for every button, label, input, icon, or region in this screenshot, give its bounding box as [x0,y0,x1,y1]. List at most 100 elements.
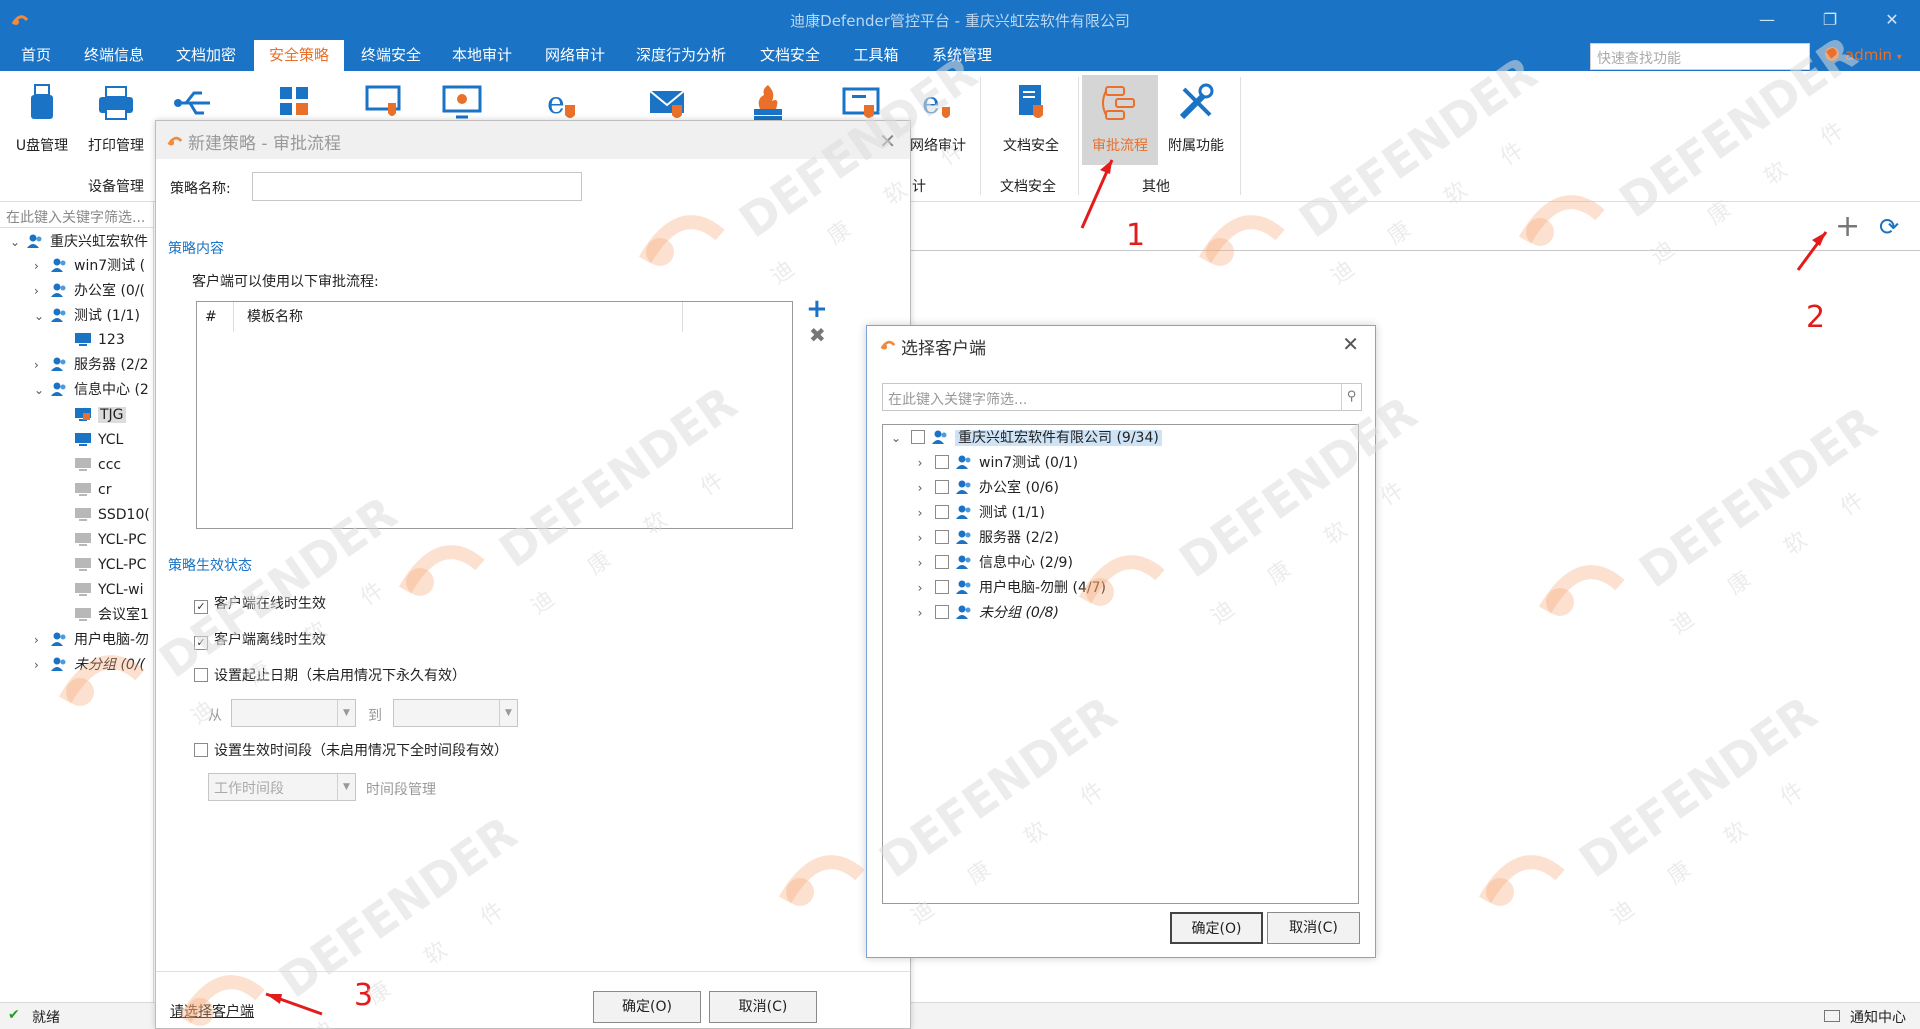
search-icon[interactable]: ⚲ [1341,384,1361,410]
tree-node[interactable]: › 未分组 (0/( [34,653,145,677]
tree-node[interactable]: 123 [58,328,125,352]
time-range-select[interactable]: 工作时间段 ▼ [208,773,356,801]
select-client-link[interactable]: 请选择客户端 [170,1001,254,1021]
client-checkbox[interactable] [935,555,949,569]
tree-node[interactable]: YCL-wi [58,578,144,602]
chevron-right-icon[interactable]: › [911,476,929,500]
client-ok-button[interactable]: 确定(O) [1170,912,1263,944]
client-tree-node[interactable]: › win7测试 (0/1) [911,451,1078,475]
client-checkbox[interactable] [935,605,949,619]
client-checkbox[interactable] [935,455,949,469]
menu-item-network-audit[interactable]: 网络审计 [535,40,615,71]
notification-center-link[interactable]: 通知中心 [1850,1007,1906,1027]
ribbon-print-manage-button[interactable]: 打印管理 [78,75,154,165]
client-tree-node[interactable]: › 信息中心 (2/9) [911,551,1073,575]
grid-add-icon[interactable]: + [806,294,828,324]
tree-node[interactable]: SSD10( [58,503,150,527]
client-tree-node[interactable]: › 测试 (1/1) [911,501,1045,525]
add-icon[interactable]: + [1835,212,1860,242]
chevron-right-icon[interactable]: › [34,353,50,377]
client-tree-node[interactable]: › 服务器 (2/2) [911,526,1059,550]
client-tree-node[interactable]: › 办公室 (0/6) [911,476,1059,500]
menu-item-local-audit[interactable]: 本地审计 [442,40,522,71]
client-tree-node[interactable]: ⌄ 重庆兴虹宏软件有限公司 (9/34) [887,426,1162,450]
client-tree-node[interactable]: › 未分组 (0/8) [911,601,1059,625]
chevron-right-icon[interactable]: › [911,601,929,625]
client-checkbox[interactable] [935,505,949,519]
chevron-right-icon[interactable]: › [911,576,929,600]
client-checkbox[interactable] [935,580,949,594]
dialog-close-icon[interactable]: ✕ [879,129,896,153]
close-button[interactable]: ✕ [1877,8,1907,32]
restore-button[interactable]: ❐ [1815,8,1845,32]
chevron-down-icon[interactable]: ⌄ [887,426,905,450]
option-date-range[interactable]: 设置起止日期（未启用情况下永久有效） [194,665,466,685]
end-date-select[interactable]: ▼ [393,699,518,727]
tree-node[interactable]: › 办公室 (0/( [34,279,145,303]
ribbon-doc-security-button[interactable]: 文档安全 [993,75,1069,165]
chevron-down-icon[interactable]: ⌄ [34,378,50,402]
menu-item-behavior-analysis[interactable]: 深度行为分析 [625,40,737,71]
refresh-icon[interactable]: ⟳ [1879,214,1899,240]
time-range-checkbox[interactable] [194,743,208,757]
ribbon-approval-flow-button[interactable]: 审批流程 [1082,75,1158,165]
menu-item-security-policy[interactable]: 安全策略 [254,40,344,71]
menu-item-doc-security[interactable]: 文档安全 [750,40,830,71]
ribbon-network-audit-button[interactable]: e 网络审计 [900,75,976,165]
user-menu[interactable]: admin ▾ [1825,46,1902,64]
menu-item-terminal-info[interactable]: 终端信息 [74,40,154,71]
tree-node[interactable]: › 服务器 (2/2 [34,353,148,377]
client-cancel-button[interactable]: 取消(C) [1267,912,1360,944]
tree-node[interactable]: YCL [58,428,123,452]
chevron-right-icon[interactable]: › [34,254,50,278]
chevron-right-icon[interactable]: › [911,526,929,550]
chevron-down-icon[interactable]: ⌄ [34,304,50,328]
client-checkbox[interactable] [935,480,949,494]
menu-item-doc-encrypt[interactable]: 文档加密 [165,40,247,71]
option-online[interactable]: ✓ 客户端在线时生效 [194,593,326,614]
dialog-close-icon[interactable]: ✕ [1342,332,1359,356]
chevron-right-icon[interactable]: › [34,653,50,677]
tree-node[interactable]: TJG [58,403,126,427]
menu-item-terminal-security[interactable]: 终端安全 [351,40,431,71]
tree-node[interactable]: › win7测试 ( [34,254,145,278]
online-checkbox[interactable]: ✓ [194,600,208,614]
tree-node[interactable]: ⌄ 信息中心 (2 [34,378,149,402]
approval-template-grid[interactable]: # 模板名称 [196,301,793,529]
policy-name-input[interactable] [252,172,582,201]
date-range-checkbox[interactable] [194,668,208,682]
offline-checkbox[interactable]: ✓ [194,636,208,650]
tree-node[interactable]: 会议室1 [58,603,149,627]
policy-ok-button[interactable]: 确定(O) [593,991,701,1023]
client-tree-node[interactable]: › 用户电脑-勿删 (4/7) [911,576,1106,600]
time-manage-link[interactable]: 时间段管理 [366,779,436,799]
client-filter-input[interactable]: 在此键入关键字筛选... ⚲ [882,383,1362,411]
policy-cancel-button[interactable]: 取消(C) [709,991,817,1023]
chevron-right-icon[interactable]: › [911,551,929,575]
ribbon-usb-manage-button[interactable]: U盘管理 [4,75,80,165]
client-checkbox[interactable] [911,430,925,444]
quick-search-input[interactable]: 快速查找功能 [1590,43,1810,70]
chevron-right-icon[interactable]: › [34,628,50,652]
ribbon-extra-functions-button[interactable]: 附属功能 [1158,75,1234,165]
start-date-select[interactable]: ▼ [231,699,356,727]
chevron-right-icon[interactable]: › [34,279,50,303]
chevron-down-icon[interactable]: ⌄ [10,230,26,254]
tree-node[interactable]: ⌄ 测试 (1/1) [34,304,140,328]
menu-item-home[interactable]: 首页 [8,40,64,71]
tree-node[interactable]: ccc [58,453,121,477]
tree-node[interactable]: cr [58,478,111,502]
tree-filter-input[interactable]: 在此键入关键字筛选... [0,202,153,228]
menu-item-system-manage[interactable]: 系统管理 [922,40,1002,71]
tree-node[interactable]: YCL-PC [58,553,146,577]
menu-item-toolbox[interactable]: 工具箱 [845,40,907,71]
chevron-right-icon[interactable]: › [911,501,929,525]
option-time-range[interactable]: 设置生效时间段（未启用情况下全时间段有效） [194,740,508,760]
chevron-right-icon[interactable]: › [911,451,929,475]
grid-delete-icon[interactable]: ✖ [809,323,826,347]
tree-node[interactable]: ⌄ 重庆兴虹宏软件 [10,230,148,254]
tree-node[interactable]: YCL-PC [58,528,146,552]
minimize-button[interactable]: — [1752,8,1782,32]
client-checkbox[interactable] [935,530,949,544]
option-offline[interactable]: ✓ 客户端离线时生效 [194,629,326,650]
